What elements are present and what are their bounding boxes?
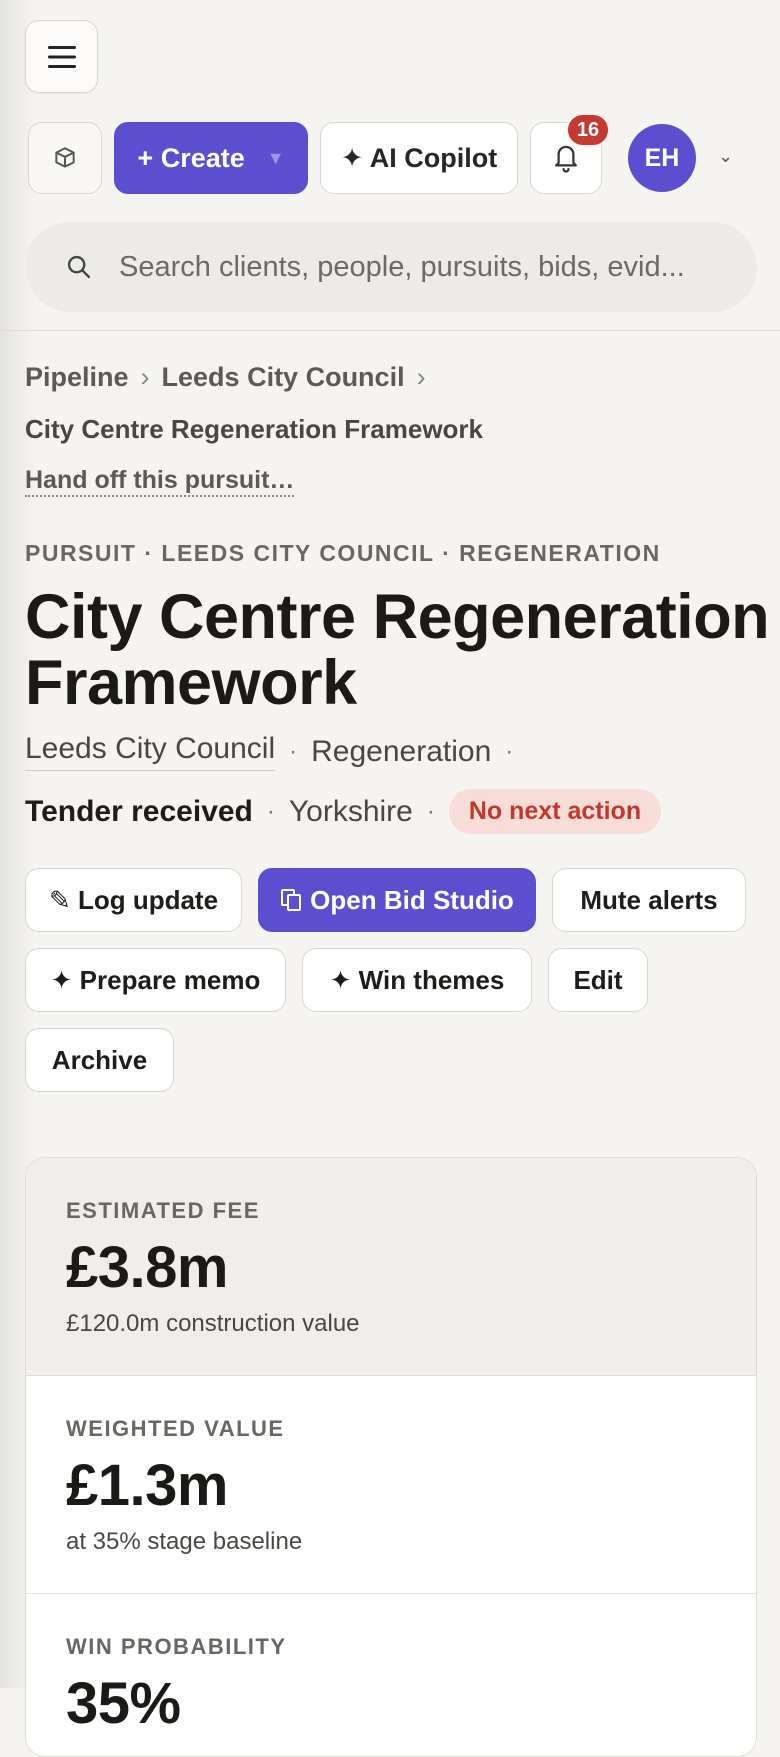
header-divider xyxy=(0,330,780,331)
bell-icon xyxy=(555,145,577,173)
prepare-memo-button[interactable]: ✦ Prepare memo xyxy=(25,948,286,1012)
global-search[interactable] xyxy=(25,222,757,312)
chevron-right-icon: › xyxy=(416,362,426,392)
stat-weighted-value: WEIGHTED VALUE £1.3m at 35% stage baseli… xyxy=(26,1376,756,1594)
breadcrumb: Pipeline › Leeds City Council › xyxy=(25,362,438,393)
next-action-badge: No next action xyxy=(448,789,662,834)
notification-count-badge: 16 xyxy=(566,113,610,147)
edit-label: Edit xyxy=(573,964,623,995)
menu-button[interactable] xyxy=(25,20,98,93)
open-bid-studio-button[interactable]: Open Bid Studio xyxy=(258,868,536,932)
search-input[interactable] xyxy=(117,249,721,285)
user-avatar[interactable]: EH xyxy=(628,124,696,192)
ai-copilot-button[interactable]: ✦ AI Copilot xyxy=(320,122,518,194)
archive-button[interactable]: Archive xyxy=(25,1028,174,1092)
meta-row-2: Tender received · Yorkshire · No next ac… xyxy=(25,789,662,834)
log-update-label: ✎ Log update xyxy=(48,884,219,915)
client-link[interactable]: Leeds City Council xyxy=(25,732,276,771)
create-button[interactable]: + Create ▼ xyxy=(114,122,308,194)
mute-alerts-button[interactable]: Mute alerts xyxy=(552,868,746,932)
stat-win-probability: WIN PROBABILITY 35% xyxy=(26,1594,756,1756)
region-label: Yorkshire xyxy=(288,794,413,828)
stat-value: £1.3m xyxy=(66,1453,228,1518)
account-chevron-icon[interactable]: ⌄ xyxy=(718,146,733,167)
mute-alerts-label: Mute alerts xyxy=(580,884,718,915)
stat-value: £3.8m xyxy=(66,1235,228,1300)
separator-dot: · xyxy=(426,797,435,825)
separator-dot: · xyxy=(266,797,275,825)
separator-dot: · xyxy=(289,737,298,765)
win-themes-button[interactable]: ✦ Win themes xyxy=(302,948,532,1012)
sector-label: Regeneration xyxy=(311,734,492,768)
archive-label: Archive xyxy=(51,1044,148,1075)
meta-row-1: Leeds City Council · Regeneration · xyxy=(25,732,527,771)
stage-label: Tender received xyxy=(25,794,253,828)
open-document-icon xyxy=(281,889,302,911)
search-icon xyxy=(67,255,91,279)
stat-value: 35% xyxy=(66,1671,181,1736)
handoff-link[interactable]: Hand off this pursuit… xyxy=(25,466,295,497)
stat-estimated-fee: ESTIMATED FEE £3.8m £120.0m construction… xyxy=(26,1158,756,1376)
avatar-initials: EH xyxy=(644,143,680,172)
pursuit-eyebrow: PURSUIT · LEEDS CITY COUNCIL · REGENERAT… xyxy=(25,540,661,566)
prepare-memo-label: ✦ Prepare memo xyxy=(50,964,261,995)
stat-subtext: at 35% stage baseline xyxy=(66,1528,303,1555)
breadcrumb-client[interactable]: Leeds City Council xyxy=(162,362,405,392)
chevron-down-icon: ▼ xyxy=(266,147,285,168)
stat-label: ESTIMATED FEE xyxy=(66,1198,260,1223)
chevron-right-icon: › xyxy=(140,362,150,392)
log-update-button[interactable]: ✎ Log update xyxy=(25,868,242,932)
ai-copilot-label: ✦ AI Copilot xyxy=(340,142,498,173)
hamburger-icon xyxy=(47,45,76,68)
stat-subtext: £120.0m construction value xyxy=(66,1310,360,1337)
separator-dot: · xyxy=(505,737,514,765)
win-themes-label: ✦ Win themes xyxy=(329,964,505,995)
open-bid-studio-label: Open Bid Studio xyxy=(310,884,514,915)
pursuit-stats-card: ESTIMATED FEE £3.8m £120.0m construction… xyxy=(25,1157,757,1757)
edit-button[interactable]: Edit xyxy=(548,948,648,1012)
create-label: + Create xyxy=(137,142,245,173)
cube-icon xyxy=(55,147,75,168)
breadcrumb-pipeline[interactable]: Pipeline xyxy=(25,362,129,392)
page-title: City Centre Regeneration Framework xyxy=(25,582,770,718)
workspace-button[interactable] xyxy=(28,122,102,194)
breadcrumb-current: City Centre Regeneration Framework xyxy=(25,414,484,444)
stat-label: WEIGHTED VALUE xyxy=(66,1416,285,1441)
stat-label: WIN PROBABILITY xyxy=(66,1634,287,1659)
